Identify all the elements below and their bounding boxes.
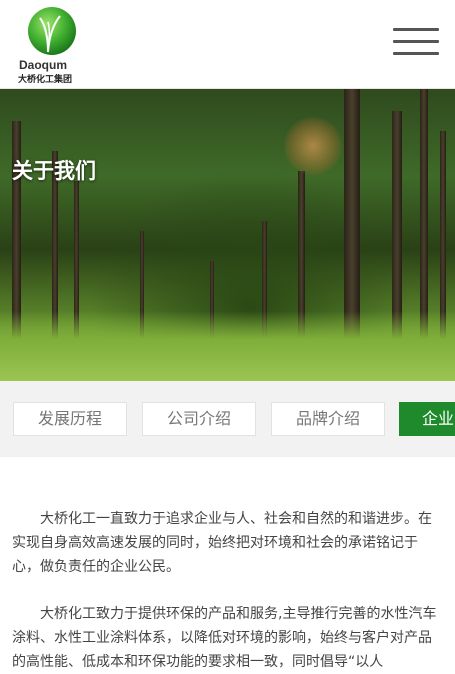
tab-brand-intro[interactable]: 品牌介绍: [271, 402, 385, 436]
logo[interactable]: Daoqum 大桥化工集团: [18, 6, 90, 86]
grass: [0, 311, 455, 381]
page-title: 关于我们: [12, 159, 96, 183]
sun-glow: [284, 117, 342, 175]
tab-enterprise[interactable]: 企业: [399, 402, 455, 436]
hamburger-menu-icon[interactable]: [393, 28, 439, 62]
banner-image: 关于我们: [0, 89, 455, 381]
brand-name-en: Daoqum: [19, 58, 67, 72]
tab-history[interactable]: 发展历程: [13, 402, 127, 436]
paragraph: 大桥化工致力于提供环保的产品和服务,主导推行完善的水性汽车涂料、水性工业涂料体系…: [12, 606, 437, 670]
content-body: 大桥化工一直致力于追求企业与人、社会和自然的和谐进步。在实现自身高效高速发展的同…: [0, 457, 455, 674]
tab-company-intro[interactable]: 公司介绍: [142, 402, 256, 436]
paragraph: 大桥化工一直致力于追求企业与人、社会和自然的和谐进步。在实现自身高效高速发展的同…: [12, 511, 432, 575]
tab-bar: 发展历程 公司介绍 品牌介绍 企业: [0, 381, 455, 457]
green-sphere-logo-icon: [28, 7, 76, 55]
brand-name-cn: 大桥化工集团: [18, 75, 73, 85]
site-header: Daoqum 大桥化工集团: [0, 0, 455, 89]
